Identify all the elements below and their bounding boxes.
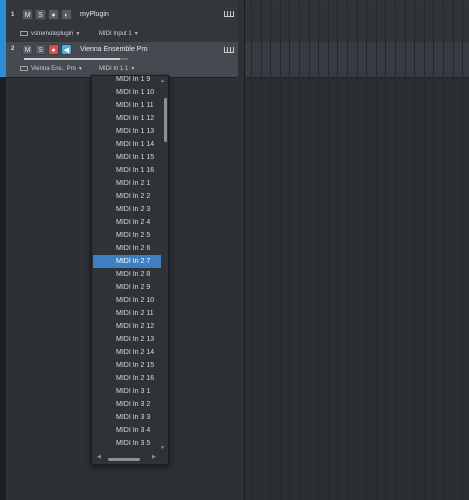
chevron-down-icon: ▼ xyxy=(133,31,139,37)
menu-item[interactable]: MIDI In 2 4 xyxy=(93,216,161,229)
menu-item[interactable]: MIDI In 1 14 xyxy=(93,138,161,151)
grid-line xyxy=(251,0,252,500)
grid-line xyxy=(280,0,281,500)
horizontal-scrollbar-track: ◀ ▶ xyxy=(93,454,161,464)
volume-slider[interactable] xyxy=(24,58,128,60)
grid-line xyxy=(261,0,262,500)
io-row: vstremoteplugin ▼ MIDI Input 1 ▼ xyxy=(20,30,190,39)
menu-item[interactable]: MIDI In 3 4 xyxy=(93,424,161,437)
menu-item[interactable]: MIDI In 2 8 xyxy=(93,268,161,281)
grid-line xyxy=(453,0,454,500)
menu-item[interactable]: MIDI In 2 3 xyxy=(93,203,161,216)
menu-item[interactable]: MIDI In 2 16 xyxy=(93,372,161,385)
menu-item[interactable]: MIDI In 1 12 xyxy=(93,112,161,125)
input-select[interactable]: MIDI In 1 1 ▼ xyxy=(99,65,135,74)
input-label: MIDI Input 1 xyxy=(99,31,132,37)
keyboard-icon[interactable] xyxy=(224,11,234,17)
menu-item[interactable]: MIDI In 2 2 xyxy=(93,190,161,203)
grid-line xyxy=(433,0,434,500)
chevron-down-icon: ▼ xyxy=(130,66,136,72)
solo-button[interactable]: S xyxy=(35,9,46,20)
grid-line xyxy=(462,0,463,500)
chevron-down-icon: ▼ xyxy=(77,66,83,72)
keyboard-icon[interactable] xyxy=(224,47,234,53)
grid-line xyxy=(270,0,271,500)
grid-line xyxy=(299,0,300,500)
menu-item[interactable]: MIDI In 2 11 xyxy=(93,307,161,320)
menu-item[interactable]: MIDI In 2 15 xyxy=(93,359,161,372)
vertical-scrollbar[interactable] xyxy=(164,98,167,142)
track-name[interactable]: myPlugin xyxy=(80,11,109,18)
grid-line xyxy=(366,0,367,500)
menu-item[interactable]: MIDI In 1 9 xyxy=(93,76,161,86)
plugin-icon xyxy=(20,30,28,36)
menu-item[interactable]: MIDI In 2 14 xyxy=(93,346,161,359)
arrangement-area[interactable] xyxy=(244,0,469,500)
menu-item[interactable]: MIDI In 1 13 xyxy=(93,125,161,138)
track-number: 1 xyxy=(11,12,15,18)
scroll-up-icon[interactable]: ▲ xyxy=(160,78,165,84)
output-select[interactable]: vstremoteplugin ▼ xyxy=(20,30,80,39)
menu-item[interactable]: MIDI In 3 1 xyxy=(93,385,161,398)
track-number: 2 xyxy=(11,46,15,52)
menu-item[interactable]: MIDI In 2 7 xyxy=(93,255,161,268)
menu-item[interactable]: MIDI In 2 1 xyxy=(93,177,161,190)
menu-item[interactable]: MIDI In 2 12 xyxy=(93,320,161,333)
output-label: vstremoteplugin xyxy=(31,31,74,37)
grid-line xyxy=(318,0,319,500)
monitor-button[interactable]: ◐ xyxy=(61,9,72,20)
scroll-left-icon[interactable]: ◀ xyxy=(97,454,101,460)
track-name[interactable]: Vienna Ensemble Pro xyxy=(80,46,148,53)
output-select[interactable]: Vienna Ens.. Pro ▼ xyxy=(20,65,83,74)
solo-button[interactable]: S xyxy=(35,44,46,55)
menu-item[interactable]: MIDI In 2 13 xyxy=(93,333,161,346)
midi-input-dropdown[interactable]: MIDI In 1 9 MIDI In 1 10 MIDI In 1 11 MIDI … xyxy=(91,75,169,465)
menu-item[interactable]: MIDI In 2 9 xyxy=(93,281,161,294)
mute-button[interactable]: M xyxy=(22,9,33,20)
plugin-icon xyxy=(20,65,28,71)
menu-list: MIDI In 1 9 MIDI In 1 10 MIDI In 1 11 MIDI … xyxy=(92,76,162,451)
track-row[interactable]: 2 M S ● ◀ Vienna Ensemble Pro Vienna Ens… xyxy=(6,42,238,78)
grid-line xyxy=(395,0,396,500)
menu-item[interactable]: MIDI In 3 2 xyxy=(93,398,161,411)
io-row: Vienna Ens.. Pro ▼ MIDI In 1 1 ▼ xyxy=(20,65,190,74)
menu-item[interactable]: MIDI In 2 5 xyxy=(93,229,161,242)
scroll-down-icon[interactable]: ▼ xyxy=(160,445,165,451)
mute-button[interactable]: M xyxy=(22,44,33,55)
menu-item[interactable]: MIDI In 2 6 xyxy=(93,242,161,255)
chevron-down-icon: ▼ xyxy=(75,31,81,37)
monitor-button[interactable]: ◀ xyxy=(61,44,72,55)
track-row[interactable]: 1 M S ● ◐ myPlugin vstremoteplugin ▼ MIDI… xyxy=(6,0,238,43)
grid-line xyxy=(414,0,415,500)
grid-line xyxy=(424,0,425,500)
menu-item[interactable]: MIDI In 3 5 xyxy=(93,437,161,450)
daw-window: 1 M S ● ◐ myPlugin vstremoteplugin ▼ MIDI… xyxy=(0,0,469,500)
grid-line xyxy=(376,0,377,500)
output-label: Vienna Ens.. Pro xyxy=(31,66,76,72)
menu-item[interactable]: MIDI In 1 15 xyxy=(93,151,161,164)
menu-item[interactable]: MIDI In 1 11 xyxy=(93,99,161,112)
grid-line xyxy=(347,0,348,500)
menu-item[interactable]: MIDI In 2 10 xyxy=(93,294,161,307)
grid-line xyxy=(289,0,290,500)
grid-line xyxy=(405,0,406,500)
horizontal-scrollbar[interactable] xyxy=(108,458,140,461)
grid-line xyxy=(337,0,338,500)
menu-item[interactable]: MIDI In 3 3 xyxy=(93,411,161,424)
grid-line xyxy=(357,0,358,500)
record-arm-button[interactable]: ● xyxy=(48,44,59,55)
volume-fill xyxy=(24,58,120,60)
menu-item[interactable]: MIDI In 1 10 xyxy=(93,86,161,99)
menu-item[interactable]: MIDI In 3 6 xyxy=(93,450,161,451)
input-label: MIDI In 1 1 xyxy=(99,66,129,72)
menu-item[interactable]: MIDI In 1 16 xyxy=(93,164,161,177)
scroll-right-icon[interactable]: ▶ xyxy=(152,454,156,460)
grid-line xyxy=(309,0,310,500)
record-arm-button[interactable]: ● xyxy=(48,9,59,20)
grid-line xyxy=(328,0,329,500)
grid-line xyxy=(385,0,386,500)
grid-line xyxy=(443,0,444,500)
input-select[interactable]: MIDI Input 1 ▼ xyxy=(99,30,139,39)
